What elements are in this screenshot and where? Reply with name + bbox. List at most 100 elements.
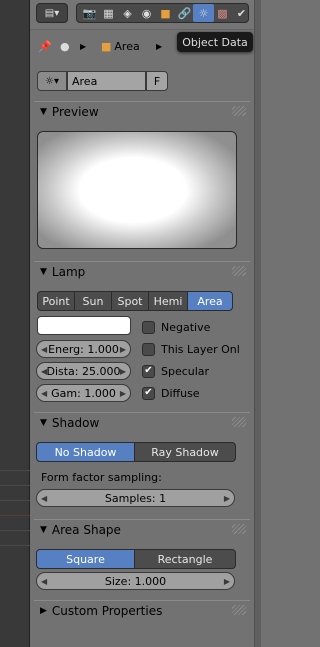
properties-editor: ▤▾ 📷 ▦ ◈ ◉ ■ 🔗 ☼ ▩ ✔ Object Data 📌 ● ▶ ■… (30, 0, 254, 647)
decrement-arrow-icon[interactable]: ◀ (41, 367, 47, 376)
area-shape-selector: Square Rectangle (36, 549, 236, 569)
increment-arrow-icon[interactable]: ▶ (224, 577, 230, 586)
breadcrumb-arrow-icon: ▶ (80, 41, 87, 51)
expanded-triangle-icon: ▼ (40, 267, 47, 277)
texture-icon[interactable]: ▩ (212, 4, 233, 22)
rectangle-shape-button[interactable]: Rectangle (134, 549, 236, 569)
datablock-name-field[interactable]: Area (67, 71, 146, 91)
lamp-preview (37, 131, 237, 249)
checkbox-label: This Layer Onl (161, 342, 240, 356)
increment-arrow-icon[interactable]: ▶ (120, 389, 126, 398)
shadow-method-selector: No Shadow Ray Shadow (36, 442, 236, 462)
preview-panel-header[interactable]: ▼ Preview (34, 101, 250, 122)
lamp-type-sun[interactable]: Sun (74, 291, 112, 311)
section-title: Shadow (51, 416, 100, 430)
lamp-type-point[interactable]: Point (37, 291, 75, 311)
energy-field[interactable]: ◀ Energ: 1.000 ▶ (36, 340, 131, 358)
render-layers-icon[interactable]: ▦ (98, 4, 119, 22)
grid-line (0, 545, 30, 546)
pin-icon[interactable]: 📌 (38, 38, 52, 54)
size-value: Size: 1.000 (104, 574, 167, 588)
ray-shadow-button[interactable]: Ray Shadow (134, 442, 236, 462)
form-factor-label: Form factor sampling: (41, 471, 162, 484)
decrement-arrow-icon[interactable]: ◀ (41, 577, 47, 586)
lamp-type-hemi[interactable]: Hemi (148, 291, 188, 311)
increment-arrow-icon[interactable]: ▶ (120, 367, 126, 376)
object-data-icon[interactable]: ☼ (193, 4, 214, 22)
grid-line (0, 470, 30, 471)
properties-header: ▤▾ 📷 ▦ ◈ ◉ ■ 🔗 ☼ ▩ ✔ (30, 0, 254, 30)
world-icon[interactable]: ◉ (136, 4, 157, 22)
custom-properties-panel-header[interactable]: ▶ Custom Properties (34, 600, 250, 621)
datablock-selector: ☼▾ Area F (37, 70, 247, 92)
samples-field[interactable]: ◀ Samples: 1 ▶ (36, 489, 235, 507)
section-title: Custom Properties (51, 604, 163, 618)
section-title: Area Shape (51, 523, 121, 537)
breadcrumb-arrow-icon: ▶ (156, 41, 163, 51)
this-layer-only-checkbox[interactable]: This Layer Onl (142, 341, 240, 357)
checkmark-icon[interactable]: ✔ (142, 386, 155, 400)
increment-arrow-icon[interactable]: ▶ (224, 494, 230, 503)
material-icon[interactable]: ✔ (231, 4, 252, 22)
grid-line (0, 485, 30, 486)
checkbox-box[interactable] (142, 342, 155, 356)
object-icon[interactable]: ■ (155, 4, 176, 22)
drag-grip-icon[interactable] (232, 605, 246, 615)
region-scrollbar[interactable] (254, 0, 261, 647)
object-icon: ■ (101, 39, 112, 53)
energy-value: Energ: 1.000 (48, 342, 119, 356)
drag-grip-icon[interactable] (232, 106, 246, 116)
section-title: Lamp (51, 265, 86, 279)
grid-axis-line (0, 515, 30, 516)
size-field[interactable]: ◀ Size: 1.000 ▶ (36, 572, 235, 590)
drag-grip-icon[interactable] (232, 266, 246, 276)
grid-line (0, 500, 30, 501)
negative-checkbox[interactable]: Negative (142, 319, 210, 335)
constraints-icon[interactable]: 🔗 (174, 4, 195, 22)
distance-field[interactable]: ◀ Dista: 25.000 ▶ (36, 362, 131, 380)
checkbox-box[interactable] (142, 320, 155, 334)
checkbox-label: Negative (161, 320, 211, 334)
lamp-data-browse-icon[interactable]: ☼▾ (37, 71, 67, 91)
collapsed-triangle-icon: ▶ (40, 606, 47, 616)
tooltip: Object Data (177, 32, 253, 52)
grid-line (0, 530, 30, 531)
lamp-panel-header[interactable]: ▼ Lamp (34, 261, 250, 282)
area-shape-panel-header[interactable]: ▼ Area Shape (34, 519, 250, 540)
decrement-arrow-icon[interactable]: ◀ (41, 345, 47, 354)
3d-viewport-edge[interactable] (0, 0, 30, 647)
diffuse-checkbox[interactable]: ✔ Diffuse (142, 385, 200, 401)
expanded-triangle-icon: ▼ (40, 525, 47, 535)
lamp-object-icon: ● (60, 39, 70, 53)
specular-checkbox[interactable]: ✔ Specular (142, 363, 209, 379)
drag-grip-icon[interactable] (232, 417, 246, 427)
square-shape-button[interactable]: Square (36, 549, 135, 569)
drag-grip-icon[interactable] (232, 524, 246, 534)
lamp-type-spot[interactable]: Spot (111, 291, 149, 311)
samples-value: Samples: 1 (104, 491, 167, 505)
breadcrumb: ■ Area (101, 38, 140, 54)
distance-value: Dista: 25.000 (46, 364, 121, 378)
fake-user-button[interactable]: F (146, 71, 168, 91)
gamma-value: Gam: 1.000 (51, 386, 116, 400)
decrement-arrow-icon[interactable]: ◀ (41, 494, 47, 503)
context-tabs: 📷 ▦ ◈ ◉ ■ 🔗 ☼ ▩ ✔ (76, 3, 249, 23)
breadcrumb-item[interactable]: Area (114, 40, 139, 53)
expanded-triangle-icon: ▼ (40, 418, 47, 428)
section-title: Preview (51, 105, 99, 119)
checkbox-label: Diffuse (161, 386, 200, 400)
expanded-triangle-icon: ▼ (40, 107, 47, 117)
lamp-type-area[interactable]: Area (187, 291, 233, 311)
decrement-arrow-icon[interactable]: ◀ (41, 389, 47, 398)
checkmark-icon[interactable]: ✔ (142, 364, 155, 378)
checkbox-label: Specular (161, 364, 210, 378)
no-shadow-button[interactable]: No Shadow (36, 442, 135, 462)
editor-type-icon[interactable]: ▤▾ (36, 3, 68, 23)
lamp-type-selector: Point Sun Spot Hemi Area (37, 291, 233, 311)
increment-arrow-icon[interactable]: ▶ (120, 345, 126, 354)
gamma-field[interactable]: ◀ Gam: 1.000 ▶ (36, 384, 131, 402)
render-icon[interactable]: 📷 (79, 4, 100, 22)
shadow-panel-header[interactable]: ▼ Shadow (34, 412, 250, 433)
lamp-color-swatch[interactable] (37, 316, 131, 335)
scene-icon[interactable]: ◈ (117, 4, 138, 22)
